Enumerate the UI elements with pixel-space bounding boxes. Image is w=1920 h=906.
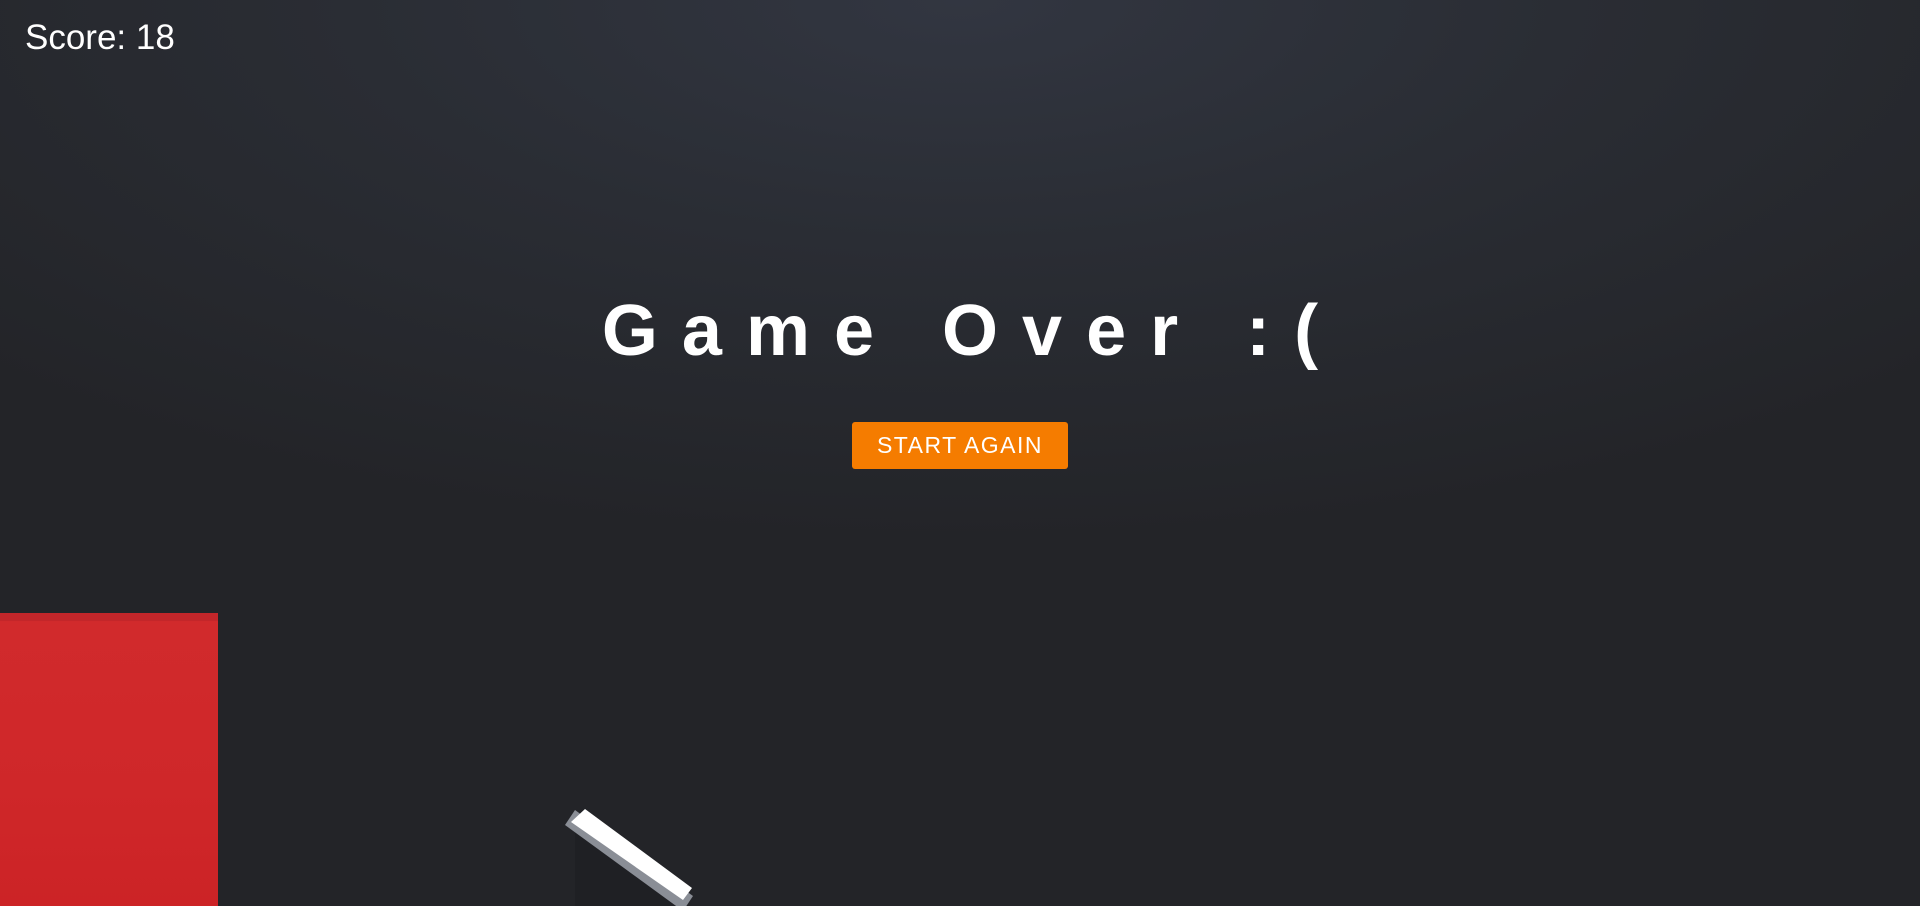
game-over-title: Game Over :( bbox=[601, 291, 1343, 371]
red-block bbox=[0, 613, 218, 906]
score-display: Score: 18 bbox=[25, 18, 175, 57]
start-again-button[interactable]: START AGAIN bbox=[852, 422, 1068, 469]
red-block-top-edge bbox=[0, 613, 218, 621]
falling-tile bbox=[565, 809, 693, 906]
